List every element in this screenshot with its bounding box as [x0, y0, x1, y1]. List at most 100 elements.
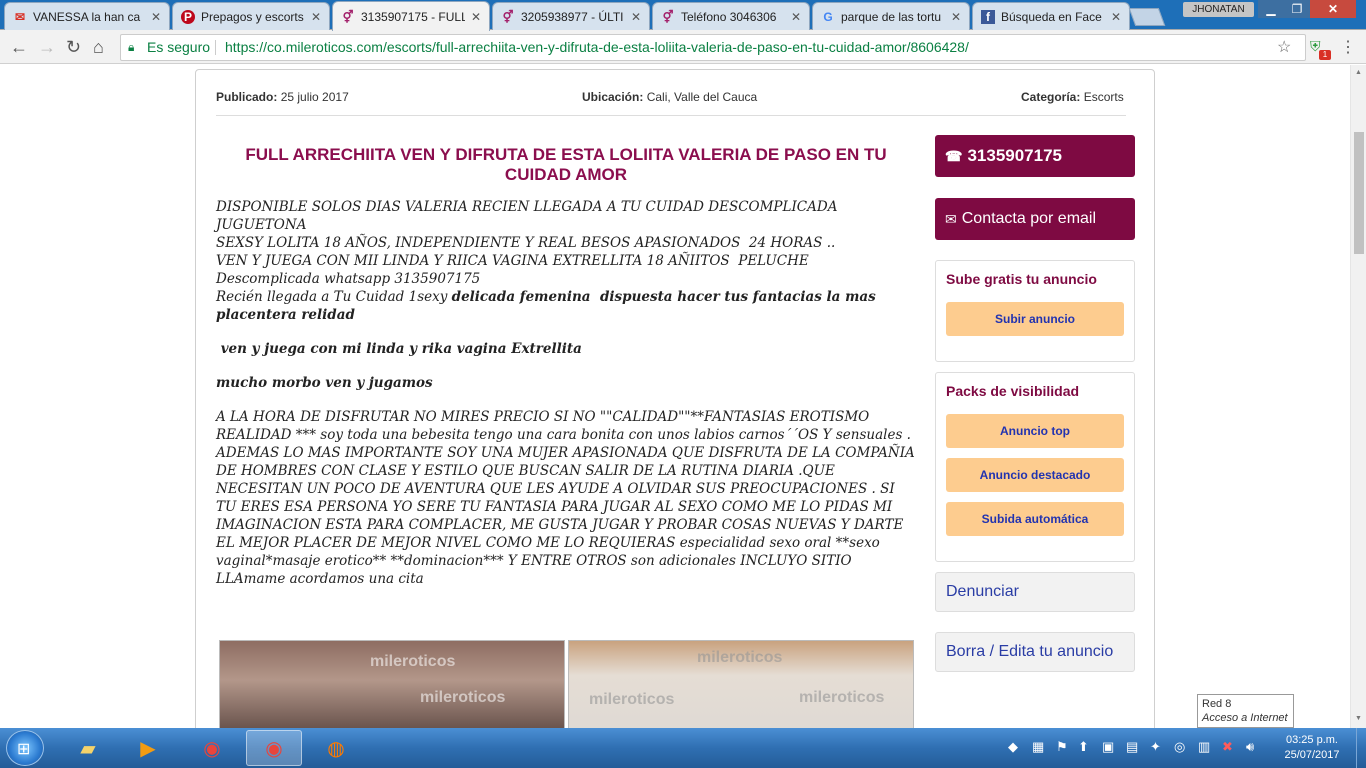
minimize-button[interactable]: ▁: [1258, 0, 1284, 18]
firefox-taskbar-icon[interactable]: ◍: [308, 730, 364, 766]
show-desktop-button[interactable]: [1356, 728, 1366, 768]
scrollbar-thumb[interactable]: [1354, 132, 1364, 254]
watermark: mileroticos: [697, 649, 783, 666]
reload-icon[interactable]: ↻: [66, 37, 81, 57]
tray-app-icon[interactable]: ▦: [1032, 739, 1044, 755]
maximize-button[interactable]: ❐: [1284, 0, 1310, 18]
network-name: Red 8: [1202, 698, 1232, 710]
explorer-taskbar-icon[interactable]: ▰: [60, 730, 116, 766]
clock-date: 25/07/2017: [1284, 749, 1340, 761]
close-icon[interactable]: ✕: [631, 10, 641, 24]
browser-toolbar: ← → ↻ ⌂ 🔒︎ Es seguro https://co.mileroti…: [0, 30, 1366, 64]
tab-google[interactable]: G parque de las tortu ✕: [812, 2, 970, 30]
tray-app-icon[interactable]: ▤: [1126, 739, 1138, 755]
close-window-button[interactable]: ✕: [1310, 0, 1356, 18]
profile-name[interactable]: JHONATAN: [1183, 2, 1254, 17]
taskbar: ⊞ ▰ ▶ ◉ ◉ ◍ ◆ ▦ ⚑ ⬆ ▣ ▤ ✦ ◎ ▥ ✖ 🔊︎ 03:25…: [0, 728, 1366, 768]
tab-label: 3205938977 - ÚLTI: [521, 9, 624, 24]
page-content: Publicado: 25 julio 2017 Ubicación: Cali…: [0, 65, 1350, 728]
ad-photo[interactable]: mileroticos mileroticos mileroticos: [568, 640, 914, 728]
envelope-icon: ✉: [945, 210, 957, 227]
scroll-down-icon[interactable]: ▼: [1355, 715, 1362, 722]
category-info: Categoría: Escorts: [1021, 90, 1124, 104]
windows-icon: ⊞: [17, 741, 31, 758]
published-date: 25 julio 2017: [280, 90, 349, 104]
phone-icon: ☎: [945, 147, 963, 164]
ad-photo[interactable]: mileroticos mileroticos: [219, 640, 565, 728]
flag-icon[interactable]: ⚑: [1056, 739, 1068, 755]
star-icon[interactable]: ☆: [1277, 35, 1291, 60]
google-icon: G: [823, 9, 833, 24]
free-ad-box: Sube gratis tu anuncio Subir anuncio: [935, 260, 1135, 362]
phone-button[interactable]: ☎ 3135907175: [935, 135, 1135, 177]
folder-icon: ▰: [80, 737, 96, 760]
close-icon[interactable]: ✕: [951, 10, 961, 24]
url-text[interactable]: https://co.mileroticos.com/escorts/full-…: [225, 35, 969, 60]
tray-app-icon[interactable]: ◆: [1008, 739, 1018, 755]
start-button[interactable]: ⊞: [6, 730, 44, 766]
scroll-up-icon[interactable]: ▲: [1355, 69, 1362, 76]
chrome-icon: ◉: [265, 737, 283, 760]
edit-ad-button[interactable]: Borra / Edita tu anuncio: [935, 632, 1135, 672]
featured-ad-button[interactable]: Anuncio destacado: [946, 458, 1124, 492]
menu-icon[interactable]: ⋮: [1340, 37, 1356, 57]
gender-icon: ⚥: [662, 9, 674, 24]
tab-label: parque de las tortu: [841, 9, 942, 24]
close-icon[interactable]: ✕: [311, 10, 321, 24]
lock-icon: 🔒︎: [128, 40, 135, 54]
tab-ad-2[interactable]: ⚥ 3205938977 - ÚLTI ✕: [492, 2, 650, 30]
email-button[interactable]: ✉ Contacta por email: [935, 198, 1135, 240]
close-icon[interactable]: ✕: [791, 10, 801, 24]
category-value: Escorts: [1083, 90, 1124, 104]
forward-icon[interactable]: →: [38, 37, 56, 57]
report-button[interactable]: Denunciar: [935, 572, 1135, 612]
watermark: mileroticos: [420, 689, 506, 706]
close-icon[interactable]: ✕: [1111, 10, 1121, 24]
home-icon[interactable]: ⌂: [93, 37, 104, 57]
tray-app-icon[interactable]: ▣: [1102, 739, 1114, 755]
new-tab-button[interactable]: [1128, 8, 1166, 26]
tab-label: Teléfono 3046306: [681, 9, 777, 24]
tray-app-icon[interactable]: ⬆: [1078, 739, 1089, 755]
upload-ad-button[interactable]: Subir anuncio: [946, 302, 1124, 336]
visibility-packs-box: Packs de visibilidad Anuncio top Anuncio…: [935, 372, 1135, 562]
network-status: Acceso a Internet: [1202, 712, 1288, 724]
tray-app-icon[interactable]: ◎: [1174, 739, 1185, 755]
published-label: Publicado:: [216, 90, 278, 104]
top-ad-button[interactable]: Anuncio top: [946, 414, 1124, 448]
media-icon: ▶: [140, 737, 156, 760]
clock-time: 03:25 p.m.: [1286, 734, 1338, 746]
tab-ad-3[interactable]: ⚥ Teléfono 3046306 ✕: [652, 2, 810, 30]
volume-icon[interactable]: 🔊︎: [1246, 739, 1254, 755]
tab-label: Búsqueda en Face: [1001, 9, 1102, 24]
phone-number: 3135907175: [967, 146, 1062, 165]
chrome-active-taskbar-icon[interactable]: ◉: [246, 730, 302, 766]
tab-facebook[interactable]: f Búsqueda en Face ✕: [972, 2, 1130, 30]
box-title: Sube gratis tu anuncio: [946, 271, 1097, 287]
tab-pinterest[interactable]: P Prepagos y escorts ✕: [172, 2, 330, 30]
desc-line: ven y juega con mi linda y rika vagina E…: [216, 341, 582, 357]
ad-meta: Publicado: 25 julio 2017 Ubicación: Cali…: [216, 86, 1126, 116]
network-icon[interactable]: ▥: [1198, 739, 1210, 755]
tray-app-icon[interactable]: ✦: [1150, 739, 1161, 755]
box-title: Packs de visibilidad: [946, 383, 1080, 399]
desc-line: DISPONIBLE SOLOS DIAS VALERIA RECIEN LLE…: [216, 199, 842, 233]
system-clock[interactable]: 03:25 p.m. 25/07/2017: [1280, 733, 1344, 763]
location-value: Cali, Valle del Cauca: [646, 90, 758, 104]
desc-text: Recién llegada a Tu Cuidad 1sexy: [216, 289, 452, 305]
watermark: mileroticos: [589, 691, 675, 708]
page-scrollbar[interactable]: ▲ ▼: [1350, 65, 1366, 728]
auto-bump-button[interactable]: Subida automática: [946, 502, 1124, 536]
gender-icon: ⚥: [342, 9, 354, 24]
pinterest-icon: P: [181, 9, 195, 24]
tab-active-ad[interactable]: ⚥ 3135907175 - FULL ✕: [332, 1, 490, 31]
close-icon[interactable]: ✕: [151, 10, 161, 24]
address-bar[interactable]: 🔒︎ Es seguro https://co.mileroticos.com/…: [120, 34, 1306, 61]
back-icon[interactable]: ←: [10, 37, 28, 57]
tray-alert-icon[interactable]: ✖: [1222, 739, 1233, 755]
tab-label: VANESSA la han ca: [33, 9, 141, 24]
tab-gmail[interactable]: ✉ VANESSA la han ca ✕: [4, 2, 170, 30]
close-icon[interactable]: ✕: [471, 10, 481, 24]
chrome-taskbar-icon[interactable]: ◉: [184, 730, 240, 766]
media-player-taskbar-icon[interactable]: ▶: [120, 730, 176, 766]
